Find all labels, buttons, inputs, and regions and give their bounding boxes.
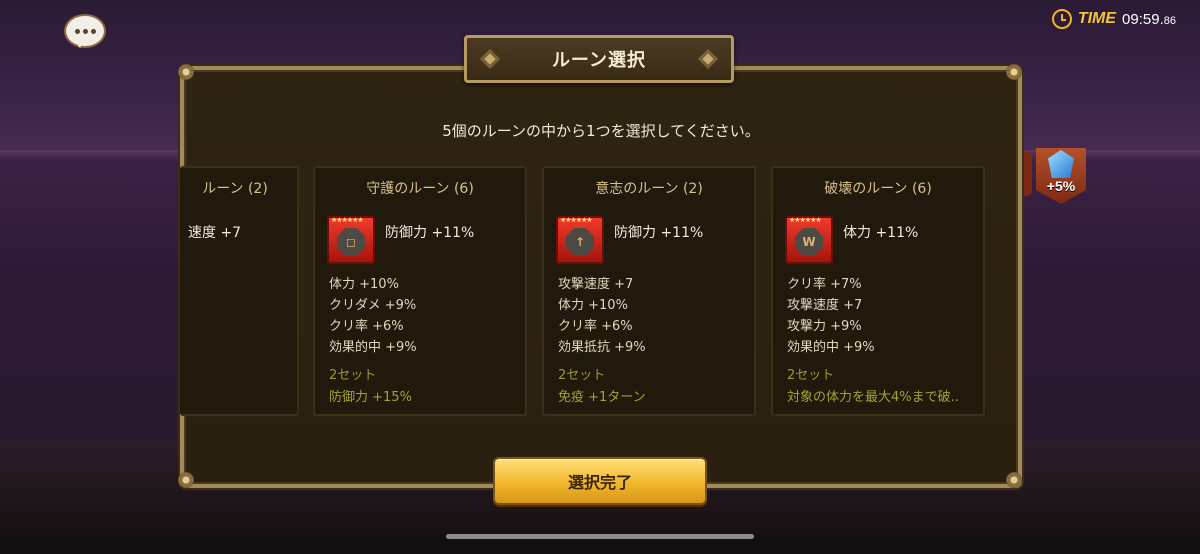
sub-stat: 効果抵抗 +9% (558, 340, 646, 355)
sub-stat: 体力 +10% (329, 277, 399, 292)
time-label: TIME (1077, 10, 1117, 27)
sub-stat: クリ率 +6% (558, 319, 633, 334)
rune-glyph: W (795, 228, 823, 256)
sub-stat: 体力 +10% (558, 298, 628, 313)
guard-rune-icon: ★★★★★★ ◻ (327, 216, 375, 264)
chat-bubble-tail (74, 40, 84, 48)
rune-stars: ★★★★★★ (789, 216, 822, 224)
frame-corner-ornament (1006, 472, 1022, 488)
rune-glyph: ◻ (337, 228, 365, 256)
dialog-title: ルーン選択 (551, 50, 647, 71)
rune-sub-stats: クリ率 +7% 攻撃速度 +7 攻撃力 +9% 効果的中 +9% (787, 274, 875, 358)
rune-main-stat: 防御力 +11% (614, 225, 704, 241)
rune-stars: ★★★★★★ (331, 216, 364, 224)
rune-card-title: 意志のルーン (2) (595, 181, 703, 197)
frame-corner-ornament (178, 472, 194, 488)
rune-main-stat: 速度 +7 (188, 225, 242, 241)
sub-stat: クリ率 +7% (787, 277, 862, 292)
frame-corner-ornament (178, 64, 194, 80)
rune-card[interactable]: 意志のルーン (2) ★★★★★★ ↑ 防御力 +11% 攻撃速度 +7 体力 … (542, 166, 756, 416)
sub-stat: 攻撃力 +9% (787, 319, 862, 334)
dialog-title-plate: ルーン選択 (464, 35, 734, 83)
rune-sub-stats: 体力 +10% クリダメ +9% クリ率 +6% 効果的中 +9% (329, 274, 417, 358)
rune-main-stat: 体力 +11% (843, 225, 919, 241)
set-label: 2セット (787, 368, 835, 383)
chat-dot (82, 28, 88, 34)
rune-card[interactable]: 破壊のルーン (6) ★★★★★★ W 体力 +11% クリ率 +7% 攻撃速度… (771, 166, 985, 416)
home-indicator[interactable] (446, 534, 754, 539)
timer: TIME 09:59.86 (1051, 8, 1176, 30)
rune-card-title: 破壊のルーン (6) (824, 181, 932, 197)
alarm-clock-icon (1051, 9, 1072, 29)
diamond-ornament-icon (480, 49, 500, 69)
set-label: 2セット (558, 368, 606, 383)
sub-stat: クリ率 +6% (329, 319, 404, 334)
destroy-rune-icon: ★★★★★★ W (785, 216, 833, 264)
time-main: 09:59. (1122, 10, 1164, 28)
time-fraction: 86 (1163, 14, 1176, 27)
rune-card[interactable]: ルーン (2) 速度 +7 (180, 166, 299, 416)
sub-stat: 効果的中 +9% (787, 340, 875, 355)
will-rune-icon: ★★★★★★ ↑ (556, 216, 604, 264)
chat-button[interactable] (66, 16, 104, 46)
time-value: 09:59.86 (1122, 11, 1176, 28)
chat-dot (90, 28, 96, 34)
rune-card-title: ルーン (2) (202, 181, 268, 197)
rune-glyph: ↑ (566, 228, 594, 256)
sub-stat: 効果的中 +9% (329, 340, 417, 355)
set-effect: 防御力 +15% (329, 390, 412, 405)
rune-stars: ★★★★★★ (560, 216, 593, 224)
sub-stat: クリダメ +9% (329, 298, 417, 313)
sub-stat: 攻撃速度 +7 (787, 298, 863, 313)
rune-sub-stats: 攻撃速度 +7 体力 +10% クリ率 +6% 効果抵抗 +9% (558, 274, 646, 358)
diamond-ornament-icon (698, 49, 718, 69)
confirm-selection-button[interactable]: 選択完了 (493, 457, 707, 505)
frame-corner-ornament (1006, 64, 1022, 80)
chat-dot (74, 28, 80, 34)
set-label: 2セット (329, 368, 377, 383)
set-effect: 免疫 +1ターン (558, 390, 646, 405)
rune-card[interactable]: 守護のルーン (6) ★★★★★★ ◻ 防御力 +11% 体力 +10% クリダ… (313, 166, 527, 416)
set-effect: 対象の体力を最大4%まで破.. (787, 390, 959, 405)
bonus-text: +5% (1046, 178, 1076, 194)
rune-card-title: 守護のルーン (6) (366, 181, 474, 197)
sub-stat: 攻撃速度 +7 (558, 277, 634, 292)
instruction-text: 5個のルーンの中から1つを選択してください。 (442, 122, 760, 140)
rune-main-stat: 防御力 +11% (385, 225, 475, 241)
